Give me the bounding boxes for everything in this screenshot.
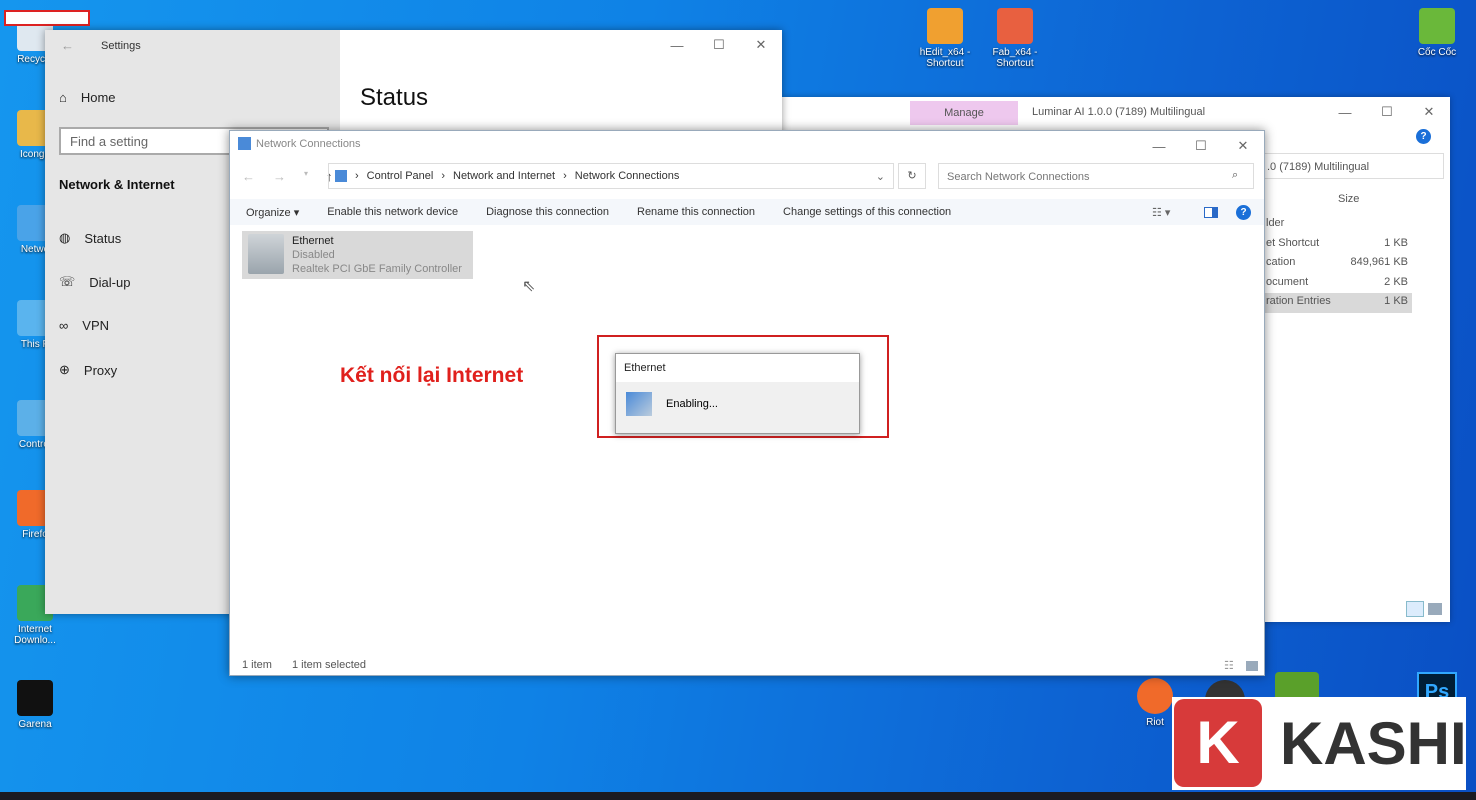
address-bar[interactable]: › Control Panel › Network and Internet › Ne… [328, 163, 894, 189]
window-title: Luminar AI 1.0.0 (7189) Multilingual [1032, 106, 1206, 118]
window-title: Settings [101, 40, 141, 52]
globe-icon: ⊕ [59, 362, 70, 377]
desktop-icon[interactable]: Garena [0, 680, 70, 730]
back-button[interactable]: ← [242, 169, 255, 184]
riot-icon [1137, 678, 1173, 714]
file-row[interactable]: ration Entries 1 KB [1262, 293, 1412, 313]
desktop-icon[interactable]: Cốc Cốc [1402, 8, 1472, 58]
logo-mark: K [1174, 699, 1262, 787]
search-icon[interactable]: ⌕ [1232, 169, 1238, 182]
close-button[interactable]: ✕ [1222, 131, 1264, 161]
chevron-down-icon[interactable]: ⌄ [876, 170, 885, 183]
annotation-text: Kết nối lại Internet [340, 364, 524, 387]
network-folder-icon [238, 137, 251, 150]
nav-home[interactable]: ⌂ Home [59, 90, 116, 105]
mouse-cursor-icon: ⇖ [522, 278, 536, 295]
app-icon [17, 680, 53, 716]
taskbar[interactable] [0, 792, 1476, 800]
adapter-device: Realtek PCI GbE Family Controller [292, 263, 462, 275]
address-bar[interactable]: .0 (7189) Multilingual [1262, 153, 1444, 179]
breadcrumb-network-connections[interactable]: Network Connections [575, 170, 680, 182]
breadcrumb-control-panel[interactable]: Control Panel [367, 170, 434, 182]
status-item-count: 1 item [242, 659, 272, 671]
large-icons-view-icon[interactable] [1246, 661, 1258, 671]
nav-proxy[interactable]: ⊕ Proxy [59, 362, 117, 378]
file-row[interactable]: et Shortcut 1 KB [1262, 235, 1412, 255]
thumbnail-view-icon[interactable] [1428, 603, 1442, 615]
refresh-button[interactable]: ↻ [898, 163, 926, 189]
dialup-icon: ☏ [59, 274, 76, 289]
enable-device-button[interactable]: Enable this network device [327, 206, 458, 218]
dialog-message: Enabling... [666, 398, 718, 410]
close-button[interactable]: ✕ [740, 30, 782, 60]
file-row[interactable]: ocument 2 KB [1262, 274, 1412, 294]
status-selected: 1 item selected [292, 659, 366, 671]
details-view-icon[interactable] [1406, 601, 1424, 617]
redacted-label [4, 10, 90, 26]
desktop-icon[interactable]: hEdit_x64 - Shortcut [910, 8, 980, 69]
nav-vpn[interactable]: ∞ VPN [59, 318, 109, 333]
section-heading: Network & Internet [59, 177, 175, 192]
nav-status[interactable]: ◍ Status [59, 230, 121, 246]
search-input[interactable]: Search Network Connections [938, 163, 1254, 189]
details-view-icon[interactable]: ☷ [1224, 659, 1234, 672]
help-icon[interactable]: ? [1416, 129, 1431, 144]
minimize-button[interactable]: — [1324, 97, 1366, 127]
ribbon-tab-manage[interactable]: Manage [910, 101, 1018, 125]
minimize-button[interactable]: — [656, 30, 698, 60]
enabling-dialog: Ethernet Enabling... [615, 353, 860, 434]
window-title: Network Connections [256, 138, 361, 150]
organize-menu[interactable]: Organize ▾ [246, 206, 299, 219]
file-row[interactable]: cation 849,961 KB [1262, 254, 1412, 274]
network-icon [626, 392, 652, 416]
app-icon [927, 8, 963, 44]
file-row[interactable]: lder [1262, 215, 1412, 235]
breadcrumb-network-internet[interactable]: Network and Internet [453, 170, 555, 182]
diagnose-button[interactable]: Diagnose this connection [486, 206, 609, 218]
kashi-logo: K KASHI [1172, 697, 1466, 790]
app-icon [1419, 8, 1455, 44]
back-arrow-icon[interactable]: ← [61, 38, 74, 53]
file-list: lder et Shortcut 1 KB cation 849,961 KB ocume… [1262, 215, 1412, 313]
view-options-icon[interactable]: ☷ ▾ [1152, 206, 1170, 219]
window-controls: — ☐ ✕ [1138, 131, 1264, 161]
maximize-button[interactable]: ☐ [698, 30, 740, 60]
rename-button[interactable]: Rename this connection [637, 206, 755, 218]
dialog-title: Ethernet [616, 354, 859, 382]
maximize-button[interactable]: ☐ [1366, 97, 1408, 127]
app-icon [997, 8, 1033, 44]
recent-dropdown[interactable]: ▾ [304, 169, 308, 184]
vpn-icon: ∞ [59, 318, 69, 333]
close-button[interactable]: ✕ [1408, 97, 1450, 127]
desktop-icon[interactable]: Fab_x64 - Shortcut [980, 8, 1050, 69]
help-icon[interactable]: ? [1236, 204, 1251, 220]
adapter-status: Disabled [292, 249, 335, 261]
command-bar: Organize ▾ Enable this network device Di… [230, 199, 1264, 225]
control-panel-icon [335, 170, 347, 182]
forward-button[interactable]: → [273, 169, 286, 184]
home-icon: ⌂ [59, 90, 67, 105]
nav-buttons: ← → ▾ ↑ [242, 169, 333, 184]
column-header-size[interactable]: Size [1338, 193, 1359, 205]
nav-dial-up[interactable]: ☏ Dial-up [59, 274, 130, 290]
globe-status-icon: ◍ [59, 230, 71, 245]
preview-pane-icon[interactable] [1204, 206, 1218, 218]
ethernet-item[interactable]: Ethernet Disabled Realtek PCI GbE Family… [242, 231, 473, 279]
change-settings-button[interactable]: Change settings of this connection [783, 206, 951, 218]
minimize-button[interactable]: — [1138, 131, 1180, 161]
window-controls: — ☐ ✕ [1324, 97, 1450, 127]
network-adapter-icon [248, 234, 284, 274]
logo-text: KASHI [1280, 710, 1466, 777]
adapter-name: Ethernet [292, 235, 334, 247]
page-title: Status [360, 84, 429, 111]
maximize-button[interactable]: ☐ [1180, 131, 1222, 161]
window-controls: — ☐ ✕ [656, 30, 782, 60]
